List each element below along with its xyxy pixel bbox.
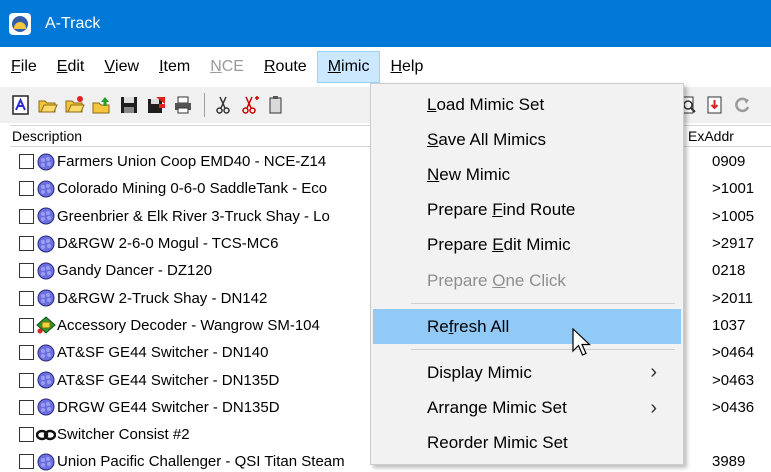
menu-item-label: Save All Mimics <box>427 129 547 149</box>
print-icon[interactable] <box>171 93 195 117</box>
menu-item-prepare-find-route[interactable]: Prepare Find Route <box>373 193 681 228</box>
mouse-cursor-icon <box>572 328 592 356</box>
row-exaddr: >2917 <box>712 235 755 253</box>
row-description: Switcher Consist #2 <box>57 426 190 444</box>
menu-mimic[interactable]: Mimic <box>316 51 381 83</box>
atrack-logo-icon <box>9 12 31 35</box>
row-checkbox[interactable] <box>19 263 34 279</box>
row-checkbox[interactable] <box>19 454 34 470</box>
row-exaddr: >1005 <box>712 207 755 225</box>
row-exaddr: 1037 <box>712 316 746 334</box>
loco-icon <box>36 207 56 225</box>
menu-separator <box>411 303 675 305</box>
consist-icon <box>36 426 56 444</box>
row-exaddr: 0218 <box>712 262 746 280</box>
menu-help[interactable]: Help <box>380 51 433 83</box>
row-exaddr: >0463 <box>712 371 755 389</box>
row-checkbox[interactable] <box>19 399 34 415</box>
row-description: D&RGW 2-6-0 Mogul - TCS-MC6 <box>57 235 279 253</box>
row-checkbox[interactable] <box>19 236 34 252</box>
row-description: D&RGW 2-Truck Shay - DN142 <box>57 289 268 307</box>
column-header-exaddr[interactable]: ExAddr <box>682 126 734 146</box>
menu-edit[interactable]: Edit <box>47 51 95 83</box>
menu-route[interactable]: Route <box>254 51 317 83</box>
loco-icon <box>36 453 56 471</box>
loco-icon <box>36 180 56 198</box>
title-bar: A-Track <box>0 0 771 47</box>
loco-icon <box>36 398 56 416</box>
menu-item-label: Prepare Find Route <box>427 200 576 220</box>
chevron-right-icon: › <box>650 361 657 384</box>
menu-item-label: New Mimic <box>427 164 511 184</box>
row-checkbox[interactable] <box>19 154 34 170</box>
row-description: AT&SF GE44 Switcher - DN135D <box>57 371 280 389</box>
menu-nce[interactable]: N CE <box>200 51 254 83</box>
menu-item-display-mimic[interactable]: Display Mimic › <box>373 355 681 390</box>
row-checkbox[interactable] <box>19 427 34 443</box>
loco-icon <box>36 262 56 280</box>
cut-special-icon[interactable] <box>238 93 262 117</box>
menu-item-save-all-mimics[interactable]: Save All Mimics <box>373 122 681 157</box>
row-description: DRGW GE44 Switcher - DN135D <box>57 398 280 416</box>
menu-item[interactable]: Item <box>149 51 200 83</box>
mimic-menu-dropdown: Load Mimic Set Save All Mimics New Mimic Pr… <box>370 83 684 465</box>
menu-item-label: Arrange Mimic Set <box>427 398 567 418</box>
menu-item-label: Prepare Edit Mimic <box>427 235 571 255</box>
row-description: Greenbrier & Elk River 3-Truck Shay - Lo <box>57 207 330 225</box>
new-mimic-icon[interactable] <box>9 93 33 117</box>
menu-file[interactable]: File <box>0 51 47 83</box>
window-title: A-Track <box>45 14 101 32</box>
row-description: Colorado Mining 0-6-0 SaddleTank - Eco <box>57 180 328 198</box>
menu-item-new-mimic[interactable]: New Mimic <box>373 157 681 192</box>
menu-item-label: Reorder Mimic Set <box>427 433 568 453</box>
menu-item-label: Refresh All <box>427 316 510 336</box>
menu-item-load-mimic-set[interactable]: Load Mimic Set <box>373 87 681 122</box>
row-exaddr: >0436 <box>712 398 755 416</box>
row-description: Union Pacific Challenger - QSI Titan Ste… <box>57 453 345 471</box>
row-description: Gandy Dancer - DZ120 <box>57 262 213 280</box>
row-checkbox[interactable] <box>19 372 34 388</box>
open-folder-icon[interactable] <box>36 93 60 117</box>
row-description: Farmers Union Coop EMD40 - NCE-Z14 <box>57 153 327 171</box>
export-icon[interactable] <box>703 93 727 117</box>
row-checkbox[interactable] <box>19 290 34 306</box>
row-exaddr: >2011 <box>712 289 754 307</box>
row-checkbox[interactable] <box>19 317 34 333</box>
row-description: AT&SF GE44 Switcher - DN140 <box>57 344 269 362</box>
open-folder-alt-icon[interactable] <box>63 93 87 117</box>
loco-icon <box>36 153 56 171</box>
menu-item-arrange-mimic-set[interactable]: Arrange Mimic Set › <box>373 391 681 426</box>
save-all-icon[interactable] <box>144 93 168 117</box>
loco-icon <box>36 289 56 307</box>
loco-icon <box>36 371 56 389</box>
toolbar-separator <box>204 93 205 117</box>
upload-folder-icon[interactable] <box>90 93 114 117</box>
menu-separator <box>411 349 675 351</box>
row-checkbox[interactable] <box>19 208 34 224</box>
menu-item-label: Load Mimic Set <box>427 94 545 114</box>
chevron-right-icon: › <box>650 396 657 419</box>
row-exaddr: >1001 <box>712 180 755 198</box>
row-description: Accessory Decoder - Wangrow SM-104 <box>57 316 320 334</box>
save-icon[interactable] <box>117 93 141 117</box>
row-exaddr: >0464 <box>712 344 755 362</box>
menu-item-prepare-edit-mimic[interactable]: Prepare Edit Mimic <box>373 228 681 263</box>
menu-item-prepare-one-click[interactable]: Prepare One Click <box>373 263 681 298</box>
row-checkbox[interactable] <box>19 181 34 197</box>
menu-item-label: Prepare One Click <box>427 270 566 290</box>
loco-icon <box>36 344 56 362</box>
row-exaddr: 0909 <box>712 153 746 171</box>
refresh-icon[interactable] <box>730 93 754 117</box>
accessory-decoder-icon <box>36 316 56 335</box>
row-exaddr: 3989 <box>712 453 746 471</box>
cut-icon[interactable] <box>211 93 235 117</box>
menu-item-reorder-mimic-set[interactable]: Reorder Mimic Set <box>373 426 681 461</box>
menu-item-label: Display Mimic <box>427 362 532 382</box>
row-checkbox[interactable] <box>19 345 34 361</box>
menu-bar: File Edit View Item N CE Route Mimic Help <box>0 47 771 87</box>
menu-view[interactable]: View <box>94 51 149 83</box>
loco-icon <box>36 235 56 253</box>
paste-icon[interactable] <box>265 93 289 117</box>
menu-item-refresh-all[interactable]: Refresh All <box>373 309 681 345</box>
